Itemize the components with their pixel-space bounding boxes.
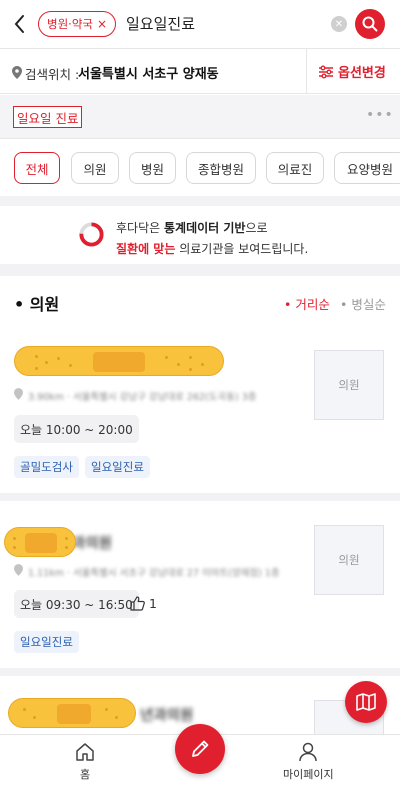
back-arrow-icon[interactable] bbox=[12, 13, 28, 35]
divider bbox=[0, 264, 400, 276]
category-clinic[interactable]: 의원 bbox=[71, 152, 119, 184]
clinic-name: 년과의원 bbox=[140, 708, 194, 724]
search-bar: 병원·약국 × 일요일진료 ✕ bbox=[0, 0, 400, 48]
sort-by-beds[interactable]: • 병실순 bbox=[340, 294, 386, 313]
sort-by-distance[interactable]: • 거리순 bbox=[284, 294, 330, 313]
map-icon bbox=[356, 693, 376, 711]
category-nursing-hospital[interactable]: 요양병원 bbox=[334, 152, 400, 184]
more-icon[interactable]: ••• bbox=[366, 107, 394, 123]
category-general-hospital[interactable]: 종합병원 bbox=[186, 152, 256, 184]
pencil-icon bbox=[192, 740, 209, 757]
nav-home[interactable]: 홈 bbox=[74, 741, 96, 782]
clinic-thumbnail: 의원 bbox=[314, 525, 384, 595]
likes[interactable]: 1 bbox=[130, 596, 157, 611]
home-icon bbox=[76, 743, 94, 761]
location-pin-icon bbox=[14, 564, 23, 576]
clinic-hours: 오늘 09:30 ~ 16:50 bbox=[14, 590, 139, 618]
divider bbox=[306, 49, 307, 93]
badge: 일요일진료 bbox=[14, 631, 79, 653]
location-prefix: 검색위치 : bbox=[25, 67, 80, 82]
location-value[interactable]: 서울특별시 서초구 양재동 bbox=[78, 63, 219, 82]
section-header: • 의원 • 거리순 • 병실순 bbox=[0, 276, 400, 328]
write-button[interactable] bbox=[175, 724, 225, 774]
nav-mypage[interactable]: 마이페이지 bbox=[283, 741, 334, 782]
section-title: • 의원 bbox=[14, 295, 60, 314]
info-text-line2: 질환에 맞는 의료기관을 보여드립니다. bbox=[116, 242, 309, 256]
category-doctors[interactable]: 의료진 bbox=[266, 152, 324, 184]
sliders-icon bbox=[319, 65, 333, 78]
filter-chip[interactable]: 병원·약국 × bbox=[38, 11, 117, 37]
close-icon[interactable]: × bbox=[97, 17, 107, 31]
divider bbox=[0, 196, 400, 206]
search-input[interactable]: 일요일진료 bbox=[126, 13, 195, 34]
map-button[interactable] bbox=[345, 681, 387, 723]
search-icon bbox=[362, 16, 378, 32]
clinic-card[interactable]: 과의원 1.11km · 서울특별시 서초구 강남대로 27 이마트(양재점) … bbox=[0, 501, 400, 676]
likes-count: 1 bbox=[149, 596, 157, 611]
clinic-card[interactable]: 3.90km · 서울특별시 강남구 강남대로 262(도곡동) 3층 오늘 1… bbox=[0, 328, 400, 501]
category-all[interactable]: 전체 bbox=[14, 152, 60, 184]
clear-icon[interactable]: ✕ bbox=[331, 16, 347, 32]
redaction-sticker bbox=[14, 346, 224, 376]
thumbs-up-icon bbox=[130, 596, 145, 611]
location-pin-icon bbox=[14, 388, 23, 400]
clinic-address: 3.90km · 서울특별시 강남구 강남대로 262(도곡동) 3층 bbox=[28, 392, 257, 403]
info-text-line1: 후다닥은 통계데이터 기반으로 bbox=[116, 221, 268, 235]
location-pin-icon bbox=[12, 66, 22, 79]
badge: 일요일진료 bbox=[85, 456, 150, 478]
user-icon bbox=[299, 742, 318, 762]
filter-chip-label: 병원·약국 bbox=[47, 17, 93, 31]
donut-chart-icon bbox=[79, 222, 104, 247]
options-label: 옵션변경 bbox=[338, 66, 386, 81]
category-hospital[interactable]: 병원 bbox=[129, 152, 176, 184]
nav-home-label: 홈 bbox=[79, 768, 91, 781]
clinic-thumbnail: 의원 bbox=[314, 350, 384, 420]
active-tag-row: 일요일 진료 ••• bbox=[0, 95, 400, 139]
badge: 골밀도검사 bbox=[14, 456, 79, 478]
redaction-sticker bbox=[4, 527, 76, 557]
search-button[interactable] bbox=[355, 9, 385, 39]
clinic-hours: 오늘 10:00 ~ 20:00 bbox=[14, 415, 139, 443]
options-button[interactable]: 옵션변경 bbox=[318, 62, 386, 81]
info-banner: 후다닥은 통계데이터 기반으로 질환에 맞는 의료기관을 보여드립니다. bbox=[0, 206, 400, 264]
location-row: 검색위치 : 서울특별시 서초구 양재동 옵션변경 bbox=[0, 48, 400, 94]
category-chips: 전체 의원 병원 종합병원 의료진 요양병원 bbox=[0, 140, 400, 196]
clinic-name: 과의원 bbox=[72, 536, 113, 552]
active-tag[interactable]: 일요일 진료 bbox=[13, 106, 83, 128]
clinic-address: 1.11km · 서울특별시 서초구 강남대로 27 이마트(양재점) 1층 bbox=[28, 568, 280, 579]
nav-mypage-label: 마이페이지 bbox=[283, 768, 334, 781]
redaction-sticker bbox=[8, 698, 136, 728]
